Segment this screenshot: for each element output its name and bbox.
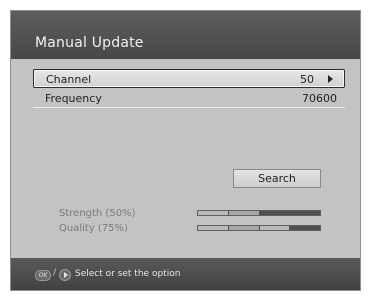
frequency-value: 70600 <box>302 92 337 105</box>
frequency-label: Frequency <box>45 92 102 105</box>
ok-key-icon: OK <box>35 270 51 281</box>
help-bar: OK / Select or set the option <box>11 258 360 290</box>
signal-segment <box>198 226 228 230</box>
signal-segment <box>290 211 320 215</box>
signal-segment <box>228 211 259 215</box>
right-key-icon <box>59 269 71 281</box>
signal-segment <box>259 211 290 215</box>
channel-label: Channel <box>46 73 92 86</box>
quality-label: Quality (75%) <box>59 223 128 234</box>
key-separator: / <box>53 268 57 278</box>
right-arrow-icon[interactable] <box>328 75 333 83</box>
page-title: Manual Update <box>35 35 144 51</box>
quality-bar <box>197 225 321 231</box>
strength-label: Strength (50%) <box>59 208 136 219</box>
signal-segment <box>228 226 259 230</box>
signal-segment <box>259 226 290 230</box>
title-bar: Manual Update <box>11 11 360 59</box>
strength-bar <box>197 210 321 216</box>
search-button[interactable]: Search <box>233 169 321 188</box>
frequency-row[interactable]: Frequency 70600 <box>33 89 345 108</box>
channel-value: 50 <box>300 73 314 86</box>
manual-update-screen: Manual Update Channel 50 Frequency 70600… <box>10 10 361 291</box>
signal-segment <box>198 211 228 215</box>
help-hint: Select or set the option <box>75 269 181 279</box>
signal-segment <box>290 226 320 230</box>
channel-row[interactable]: Channel 50 <box>33 69 345 88</box>
